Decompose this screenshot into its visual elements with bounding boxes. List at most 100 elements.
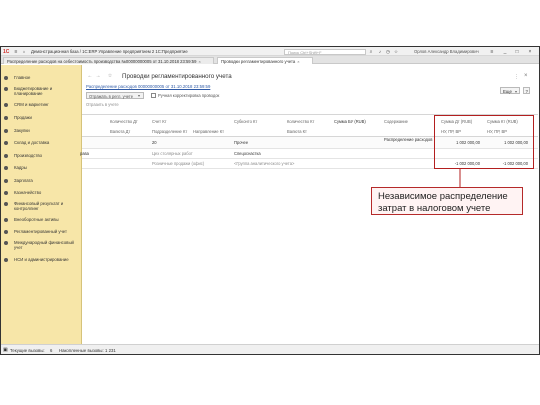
home-icon bbox=[4, 75, 8, 80]
sidebar-item-finance[interactable]: Финансовый результат и контроллинг bbox=[4, 201, 80, 211]
sidebar-item-production[interactable]: Производство bbox=[4, 153, 80, 158]
budget-icon bbox=[4, 86, 8, 91]
accounting-icon bbox=[4, 229, 8, 234]
warehouse-icon bbox=[4, 140, 8, 145]
current-calls-label: Текущие вызовы: bbox=[10, 347, 45, 353]
sidebar-item-label: Закупки bbox=[14, 128, 30, 133]
home-icon[interactable]: ⌂ bbox=[21, 49, 27, 55]
sidebar-item-purchases[interactable]: Закупки bbox=[4, 128, 80, 133]
sidebar-item-accounting[interactable]: Регламентированный учет bbox=[4, 229, 80, 234]
star-icon[interactable]: ☆ bbox=[393, 49, 399, 55]
forward-arrow-icon[interactable]: → bbox=[95, 74, 101, 79]
bookmark-star-icon[interactable]: ☆ bbox=[107, 74, 113, 79]
close-window-icon[interactable]: × bbox=[527, 49, 533, 55]
form-title: Проводки регламентированного учета bbox=[122, 73, 232, 80]
col-header-sum-bu: Сумма БУ (RUB) bbox=[334, 119, 366, 124]
sidebar-item-admin[interactable]: НСИ и администрирование bbox=[4, 257, 80, 262]
sidebar-item-label: Кадры bbox=[14, 165, 27, 170]
sidebar-item-label: Международный финансовый учет bbox=[14, 240, 74, 250]
ifrs-icon bbox=[4, 240, 8, 245]
close-tab-icon[interactable]: × bbox=[198, 59, 200, 64]
reflect-mode-dropdown[interactable]: Отражать в регл. учете ▾ bbox=[86, 92, 144, 99]
sidebar-item-label: Главное bbox=[14, 75, 31, 80]
sidebar-item-budgeting[interactable]: Бюджетирование и планирование bbox=[4, 86, 80, 96]
tabs-bar: Распределение расходов на себестоимость … bbox=[1, 56, 539, 64]
current-calls-value: 6 bbox=[50, 347, 53, 353]
sidebar-item-label: Бюджетирование и планирование bbox=[14, 86, 53, 96]
col-header-currency-kt: Валюта Кт bbox=[287, 129, 307, 134]
history-icon[interactable]: ◷ bbox=[385, 49, 391, 55]
sidebar-item-assets[interactable]: Внеоборотные активы bbox=[4, 217, 80, 222]
col-header-dept-kt: Подразделение Кт bbox=[152, 129, 188, 134]
help-label: ? bbox=[525, 89, 528, 94]
manual-correction-checkbox[interactable] bbox=[151, 93, 156, 98]
col-header-subconto-kt: Субконто Кт bbox=[234, 119, 258, 124]
help-button[interactable]: ? bbox=[523, 87, 530, 94]
more-actions-icon[interactable]: ⋮ bbox=[514, 74, 519, 80]
current-user[interactable]: Орлов Александр Владимирович bbox=[414, 49, 479, 54]
close-tab-icon[interactable]: × bbox=[297, 59, 299, 64]
sidebar-item-label: Регламентированный учет bbox=[14, 229, 67, 234]
purchases-icon bbox=[4, 128, 8, 133]
col-header-direction-kt: Направление Кт bbox=[193, 129, 224, 134]
dropdown-label: Отражать в регл. учете bbox=[89, 93, 134, 99]
tab-cost-distribution[interactable]: Распределение расходов на себестоимость … bbox=[3, 56, 214, 64]
sidebar-item-sales[interactable]: Продажи bbox=[4, 115, 80, 120]
crm-icon bbox=[4, 102, 8, 107]
tab-label: Распределение расходов на себестоимость … bbox=[7, 58, 197, 64]
source-document-link[interactable]: Распределение расходов 00000000005 от 31… bbox=[86, 84, 210, 89]
col-header-qty-kt: Количество Кт bbox=[287, 119, 315, 124]
search-box[interactable]: Поиск Ctrl+Shift+F bbox=[284, 48, 366, 55]
sidebar-item-crm[interactable]: CRM и маркетинг bbox=[4, 102, 80, 107]
sidebar-item-warehouse[interactable]: Склад и доставка bbox=[4, 140, 80, 145]
admin-icon bbox=[4, 257, 8, 262]
tab-accounting-entries[interactable]: Проводки регламентированного учета × bbox=[217, 56, 313, 64]
sales-icon bbox=[4, 115, 8, 120]
status-bar: ▣ Текущие вызовы: 6 Накопленные вызовы: … bbox=[1, 344, 539, 354]
sidebar: Главное Бюджетирование и планирование CR… bbox=[1, 65, 82, 344]
sidebar-item-salary[interactable]: Зарплата bbox=[4, 178, 80, 183]
personnel-icon bbox=[4, 165, 8, 170]
cell-dept-kt: Цех столярных работ bbox=[152, 150, 193, 156]
app-title: Демонстрационная база / 1С:ERP Управлени… bbox=[31, 49, 188, 55]
col-header-qty-dt: Количество Дт bbox=[110, 119, 138, 124]
search-input[interactable]: Поиск Ctrl+Shift+F bbox=[288, 50, 322, 55]
sidebar-item-treasury[interactable]: Казначейство bbox=[4, 190, 80, 195]
sidebar-item-label: Финансовый результат и контроллинг bbox=[14, 201, 64, 211]
menu-icon[interactable]: ≡ bbox=[13, 49, 19, 55]
more-label: Еще bbox=[503, 89, 512, 94]
bell-icon[interactable]: ♪ bbox=[377, 49, 383, 55]
close-form-icon[interactable]: × bbox=[524, 73, 528, 79]
sidebar-item-label: Казначейство bbox=[14, 190, 42, 195]
salary-icon bbox=[4, 178, 8, 183]
cell-subconto-kt: <Группа аналитического учета> bbox=[234, 160, 295, 166]
finance-icon bbox=[4, 201, 8, 206]
sidebar-item-label: НСИ и администрирование bbox=[14, 257, 69, 262]
chevron-down-icon: ▾ bbox=[515, 88, 518, 94]
treasury-icon bbox=[4, 190, 8, 195]
cell-account-kt: 20 bbox=[152, 139, 157, 145]
col-header-account-kt: Счет Кт bbox=[152, 119, 167, 124]
sidebar-item-ifrs[interactable]: Международный финансовый учет bbox=[4, 240, 80, 250]
sidebar-item-main[interactable]: Главное bbox=[4, 75, 80, 80]
sidebar-item-label: Зарплата bbox=[14, 178, 33, 183]
callout-line-1: Независимое распределение bbox=[378, 191, 508, 202]
back-arrow-icon[interactable]: ← bbox=[87, 74, 93, 79]
sidebar-item-label: Внеоборотные активы bbox=[14, 217, 59, 222]
sidebar-item-label: Склад и доставка bbox=[14, 140, 50, 145]
title-bar: 1С ≡ ⌂ Демонстрационная база / 1С:ERP Уп… bbox=[1, 47, 539, 56]
chevron-down-icon: ▾ bbox=[138, 93, 141, 99]
maximize-icon[interactable]: □ bbox=[514, 49, 520, 55]
minimize-icon[interactable]: _ bbox=[502, 49, 508, 55]
settings-icon[interactable]: ≡ bbox=[489, 49, 495, 55]
cell-label: рава bbox=[80, 150, 89, 156]
search-icon[interactable]: ⌕ bbox=[368, 49, 374, 55]
accum-calls-label: Накопленные вызовы: bbox=[59, 347, 104, 353]
more-button[interactable]: Еще ▾ bbox=[500, 87, 520, 94]
callout-note: Независимое распределение затрат в налог… bbox=[371, 187, 523, 215]
app-logo: 1С bbox=[3, 48, 10, 55]
tab-label: Проводки регламентированного учета bbox=[221, 58, 296, 64]
callout-line-2: затрат в налоговом учете bbox=[378, 203, 491, 214]
sidebar-item-personnel[interactable]: Кадры bbox=[4, 165, 80, 170]
col-header-content: Содержание bbox=[384, 119, 408, 124]
